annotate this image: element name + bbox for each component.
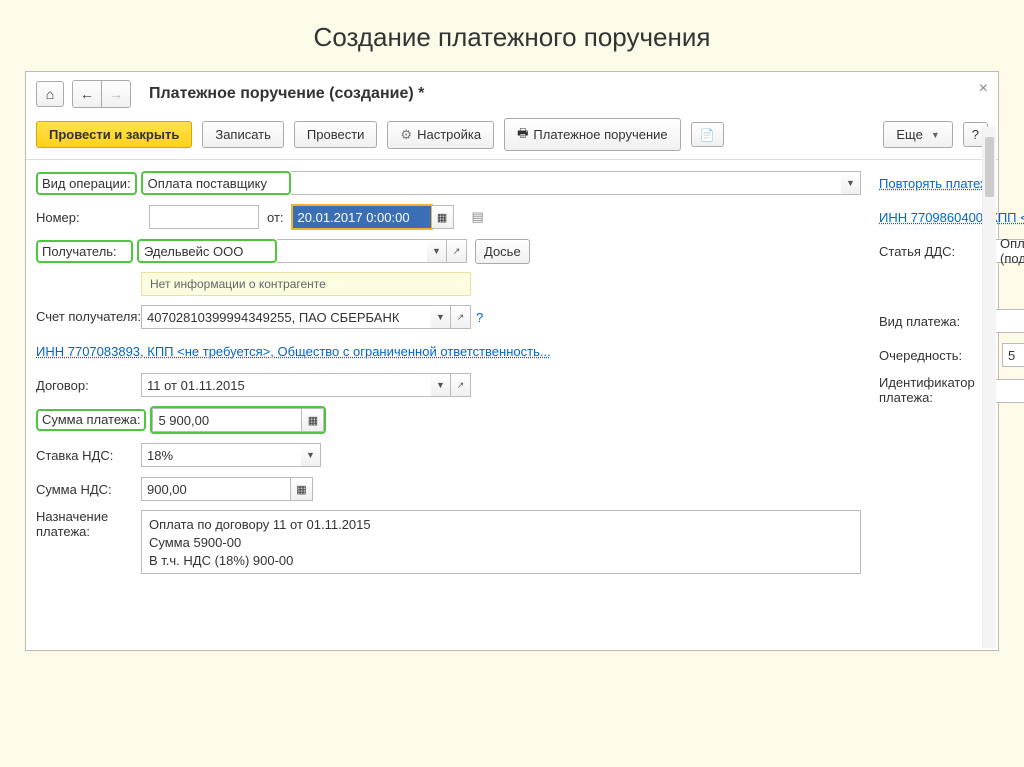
form-body: Вид операции: Оплата поставщику ▼ Номер:… xyxy=(26,160,998,592)
label-vat-rate: Ставка НДС: xyxy=(36,448,141,463)
label-number: Номер: xyxy=(36,210,141,225)
page-title: Создание платежного поручения xyxy=(0,0,1024,71)
hint-account[interactable]: ? xyxy=(476,310,483,325)
dossier-button[interactable]: Досье xyxy=(475,239,530,264)
vat-rate-dropdown[interactable]: ▼ xyxy=(301,443,321,467)
recipient-account-dropdown[interactable]: ▼ xyxy=(431,305,451,329)
attachments-button[interactable] xyxy=(691,122,724,147)
label-payment-type: Вид платежа: xyxy=(879,314,994,329)
amount-calc[interactable]: ▦ xyxy=(302,408,324,432)
inn-own-link[interactable]: ИНН 7707083893, КПП <не требуется>, Обще… xyxy=(36,344,551,359)
recipient-dropdown[interactable]: ▼ xyxy=(427,239,447,263)
label-operation-type: Вид операции: xyxy=(36,172,137,195)
close-icon[interactable]: × xyxy=(979,80,988,98)
operation-type-dropdown[interactable]: ▼ xyxy=(841,171,861,195)
contract-input[interactable]: 11 от 01.11.2015 xyxy=(141,373,431,397)
post-button[interactable]: Провести xyxy=(294,121,378,148)
recipient-open[interactable]: ↗ xyxy=(447,239,467,263)
label-contract: Договор: xyxy=(36,378,141,393)
document-icon xyxy=(700,127,715,142)
back-button[interactable]: ← xyxy=(73,81,101,107)
label-payment-id: Идентификатор платежа: xyxy=(879,376,994,406)
toolbar: Провести и закрыть Записать Провести Нас… xyxy=(26,114,998,160)
recipient-account-open[interactable]: ↗ xyxy=(451,305,471,329)
label-recipient: Получатель: xyxy=(36,240,133,263)
label-from: от: xyxy=(267,210,284,225)
print-payment-order-button[interactable]: Платежное поручение xyxy=(504,118,681,151)
vat-amount-calc[interactable]: ▦ xyxy=(291,477,313,501)
label-priority: Очередность: xyxy=(879,348,994,363)
repeat-payment-link[interactable]: Повторять платеж? xyxy=(879,176,996,191)
operation-type-ext[interactable] xyxy=(291,171,841,195)
gear-icon xyxy=(400,127,412,143)
recipient-input[interactable]: Эдельвейс ООО xyxy=(137,239,277,263)
amount-input[interactable]: 5 900,00 xyxy=(152,408,302,432)
label-dds: Статья ДДС: xyxy=(879,244,994,259)
label-recipient-account: Счет получателя: xyxy=(36,310,141,325)
vat-amount-input[interactable]: 900,00 xyxy=(141,477,291,501)
contract-dropdown[interactable]: ▼ xyxy=(431,373,451,397)
label-vat-amount: Сумма НДС: xyxy=(36,482,141,497)
save-button[interactable]: Записать xyxy=(202,121,284,148)
scrollbar-thumb[interactable] xyxy=(985,137,994,197)
print-icon xyxy=(517,124,528,145)
nav-bar: ⌂ ← → Платежное поручение (создание) * xyxy=(26,72,998,114)
payment-type-input[interactable] xyxy=(994,309,1024,333)
date-input[interactable]: 20.01.2017 0:00:00 xyxy=(292,205,432,229)
recipient-account-input[interactable]: 40702810399994349255, ПАО СБЕРБАНК xyxy=(141,305,431,329)
scrollbar[interactable] xyxy=(982,127,996,648)
number-input[interactable] xyxy=(149,205,259,229)
calendar-button[interactable]: ▦ xyxy=(432,205,454,229)
post-and-close-button[interactable]: Провести и закрыть xyxy=(36,121,192,148)
counterparty-info: Нет информации о контрагенте xyxy=(141,272,471,296)
forward-button[interactable]: → xyxy=(102,81,130,107)
contract-open[interactable]: ↗ xyxy=(451,373,471,397)
inn-other-link[interactable]: ИНН 7709860400, КПП <не требуется>, ООО … xyxy=(879,210,1024,225)
dds-input[interactable]: Оплата поставщикам (подрядчикам) xyxy=(994,239,1024,263)
payment-id-input[interactable] xyxy=(994,379,1024,403)
vat-rate-input[interactable]: 18% xyxy=(141,443,301,467)
label-purpose: Назначение платежа: xyxy=(36,510,141,540)
window: × ⌂ ← → Платежное поручение (создание) *… xyxy=(25,71,999,651)
nav-history: ← → xyxy=(72,80,131,108)
settings-button[interactable]: Настройка xyxy=(387,121,494,149)
window-title: Платежное поручение (создание) * xyxy=(149,85,424,103)
purpose-textarea[interactable]: Оплата по договору 11 от 01.11.2015 Сумм… xyxy=(141,510,861,574)
priority-input[interactable]: 5 xyxy=(1002,343,1024,367)
operation-type-input[interactable]: Оплата поставщику xyxy=(141,171,291,195)
schedule-icon[interactable]: ▤ xyxy=(472,209,484,225)
label-amount: Сумма платежа: xyxy=(36,409,146,432)
home-button[interactable]: ⌂ xyxy=(36,81,64,107)
recipient-ext[interactable] xyxy=(277,239,427,263)
more-button[interactable]: Еще▼ xyxy=(883,121,952,148)
